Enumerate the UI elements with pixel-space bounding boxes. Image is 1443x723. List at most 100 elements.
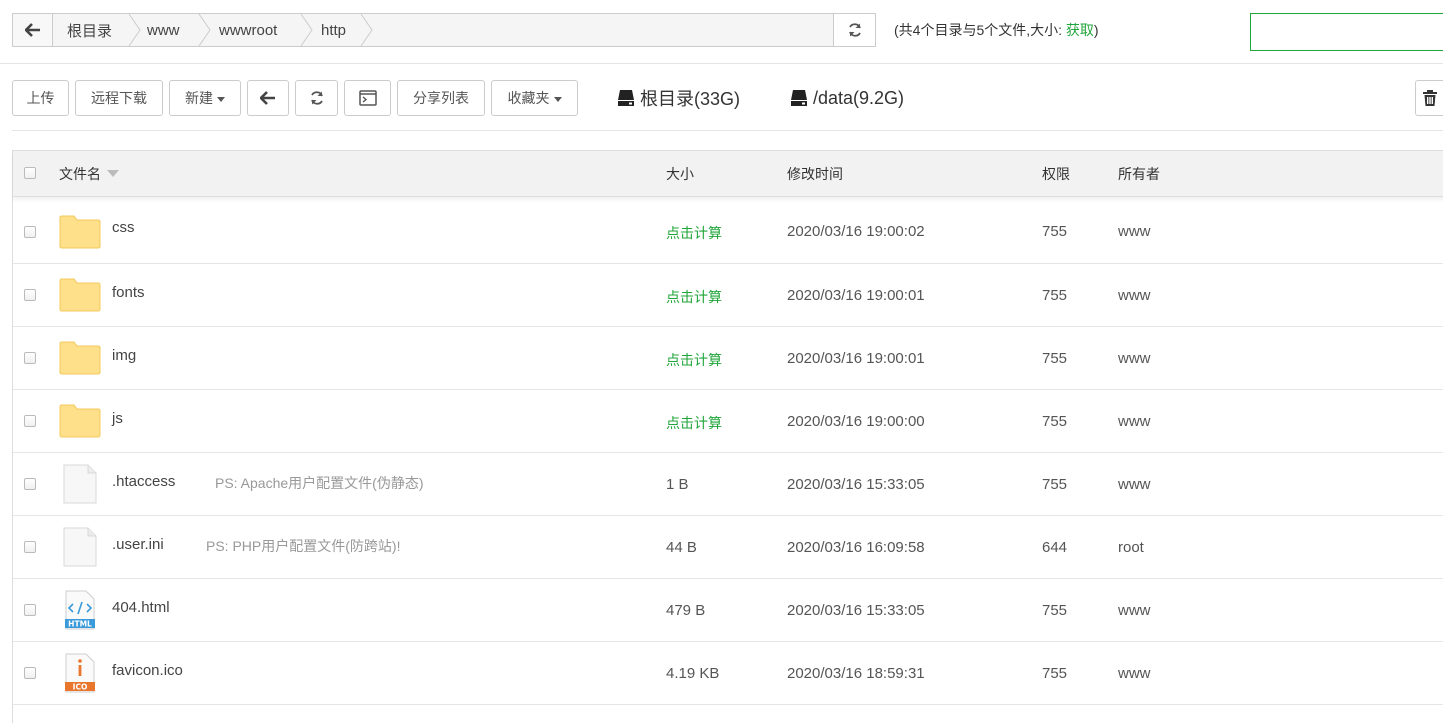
breadcrumb-separator (198, 14, 211, 46)
file-name[interactable]: .htaccess (112, 473, 175, 490)
modified-time: 2020/03/16 19:00:00 (787, 413, 925, 430)
disk-label: 根目录(33G) (640, 89, 741, 109)
modified-time: 2020/03/16 19:00:01 (787, 350, 925, 367)
folder-icon (59, 341, 101, 375)
permission[interactable]: 755 (1042, 350, 1067, 367)
header-size[interactable]: 大小 (666, 164, 694, 184)
owner[interactable]: root (1118, 539, 1144, 556)
icon-label: HTML (68, 620, 92, 629)
row-checkbox[interactable] (24, 289, 36, 301)
header-name[interactable]: 文件名 (59, 164, 119, 184)
file-name[interactable]: .user.ini (112, 536, 164, 553)
modified-time: 2020/03/16 15:33:05 (787, 476, 925, 493)
table-row[interactable]: img 点击计算 2020/03/16 19:00:01 755 www (13, 327, 1443, 390)
header-time[interactable]: 修改时间 (787, 164, 843, 184)
owner[interactable]: www (1118, 665, 1151, 682)
new-label: 新建 (185, 90, 213, 106)
get-size-link[interactable]: 获取 (1066, 22, 1094, 38)
path-refresh-button[interactable] (833, 14, 875, 46)
table-row[interactable]: js 点击计算 2020/03/16 19:00:00 755 www (13, 390, 1443, 453)
file-name[interactable]: fonts (112, 284, 145, 301)
new-dropdown-button[interactable]: 新建 (169, 80, 241, 116)
owner[interactable]: www (1118, 602, 1151, 619)
file-table: 文件名 大小 修改时间 权限 所有者 css 点击计算 2020/03/16 1… (12, 150, 1443, 723)
permission[interactable]: 755 (1042, 602, 1067, 619)
table-row[interactable]: HTML 404.html 479 B 2020/03/16 15:33:05 … (13, 579, 1443, 642)
owner[interactable]: www (1118, 223, 1151, 240)
row-checkbox[interactable] (24, 352, 36, 364)
row-checkbox[interactable] (24, 604, 36, 616)
caret-down-icon (553, 96, 562, 102)
row-checkbox[interactable] (24, 415, 36, 427)
breadcrumb-item[interactable]: www (135, 14, 211, 46)
terminal-button[interactable] (344, 80, 391, 116)
breadcrumb-item[interactable]: 根目录 (53, 14, 141, 46)
file-name[interactable]: 404.html (112, 599, 170, 616)
breadcrumb-item[interactable]: wwwroot (205, 14, 313, 46)
calc-size-link[interactable]: 点击计算 (666, 350, 722, 370)
share-list-label: 分享列表 (413, 90, 469, 106)
table-row[interactable]: css 点击计算 2020/03/16 19:00:02 755 www (13, 197, 1443, 264)
header-name-label: 文件名 (59, 166, 101, 182)
terminal-icon (358, 90, 377, 106)
upload-label: 上传 (26, 90, 55, 106)
file-remark: PS: PHP用户配置文件(防跨站)! (206, 538, 401, 554)
permission[interactable]: 755 (1042, 413, 1067, 430)
permission[interactable]: 755 (1042, 665, 1067, 682)
favorites-dropdown-button[interactable]: 收藏夹 (491, 80, 578, 116)
header-permission[interactable]: 权限 (1042, 164, 1070, 184)
file-size: 1 B (666, 476, 689, 493)
table-row[interactable]: ICO favicon.ico 4.19 KB 2020/03/16 18:59… (13, 642, 1443, 705)
permission[interactable]: 755 (1042, 476, 1067, 493)
modified-time: 2020/03/16 19:00:02 (787, 223, 925, 240)
arrow-left-icon (260, 91, 275, 105)
disk-icon (618, 90, 634, 106)
file-name[interactable]: js (112, 410, 123, 427)
back-button[interactable] (247, 80, 289, 116)
owner[interactable]: www (1118, 350, 1151, 367)
owner[interactable]: www (1118, 287, 1151, 304)
calc-size-link[interactable]: 点击计算 (666, 223, 722, 243)
breadcrumb-item[interactable]: http (307, 14, 373, 46)
disk-data[interactable]: /data(9.2G) (790, 84, 904, 112)
caret-down-icon (217, 96, 225, 102)
owner[interactable]: www (1118, 413, 1151, 430)
folder-icon (59, 404, 101, 438)
breadcrumb-label: wwwroot (219, 21, 278, 39)
permission[interactable]: 755 (1042, 223, 1067, 240)
file-icon (63, 464, 97, 504)
select-all-checkbox[interactable] (24, 167, 36, 179)
row-checkbox[interactable] (24, 667, 36, 679)
recycle-bin-button[interactable] (1415, 80, 1443, 116)
table-row[interactable]: .user.ini PS: PHP用户配置文件(防跨站)! 44 B 2020/… (13, 516, 1443, 579)
path-input-area[interactable] (367, 14, 833, 46)
modified-time: 2020/03/16 16:09:58 (787, 539, 925, 556)
file-name[interactable]: img (112, 347, 136, 364)
html-file-icon: HTML (65, 590, 95, 630)
file-name[interactable]: css (112, 219, 135, 236)
divider (12, 130, 1443, 131)
upload-button[interactable]: 上传 (12, 80, 69, 116)
refresh-button[interactable] (295, 80, 338, 116)
table-row[interactable]: .htaccess PS: Apache用户配置文件(伪静态) 1 B 2020… (13, 453, 1443, 516)
owner[interactable]: www (1118, 476, 1151, 493)
permission[interactable]: 755 (1042, 287, 1067, 304)
table-row[interactable]: fonts 点击计算 2020/03/16 19:00:01 755 www (13, 264, 1443, 327)
row-checkbox[interactable] (24, 541, 36, 553)
row-checkbox[interactable] (24, 478, 36, 490)
disk-label: /data(9.2G) (813, 87, 905, 108)
share-list-button[interactable]: 分享列表 (397, 80, 485, 116)
remote-download-button[interactable]: 远程下载 (75, 80, 163, 116)
row-checkbox[interactable] (24, 226, 36, 238)
permission[interactable]: 644 (1042, 539, 1067, 556)
header-owner[interactable]: 所有者 (1118, 164, 1160, 184)
calc-size-link[interactable]: 点击计算 (666, 287, 722, 307)
path-back-button[interactable] (13, 14, 53, 46)
file-name[interactable]: favicon.ico (112, 662, 183, 679)
search-input[interactable] (1250, 13, 1443, 51)
breadcrumb-separator (128, 14, 141, 46)
favorites-label: 收藏夹 (507, 90, 550, 106)
calc-size-link[interactable]: 点击计算 (666, 413, 722, 433)
disk-root[interactable]: 根目录(33G) (617, 84, 740, 112)
table-header: 文件名 大小 修改时间 权限 所有者 (13, 151, 1443, 197)
